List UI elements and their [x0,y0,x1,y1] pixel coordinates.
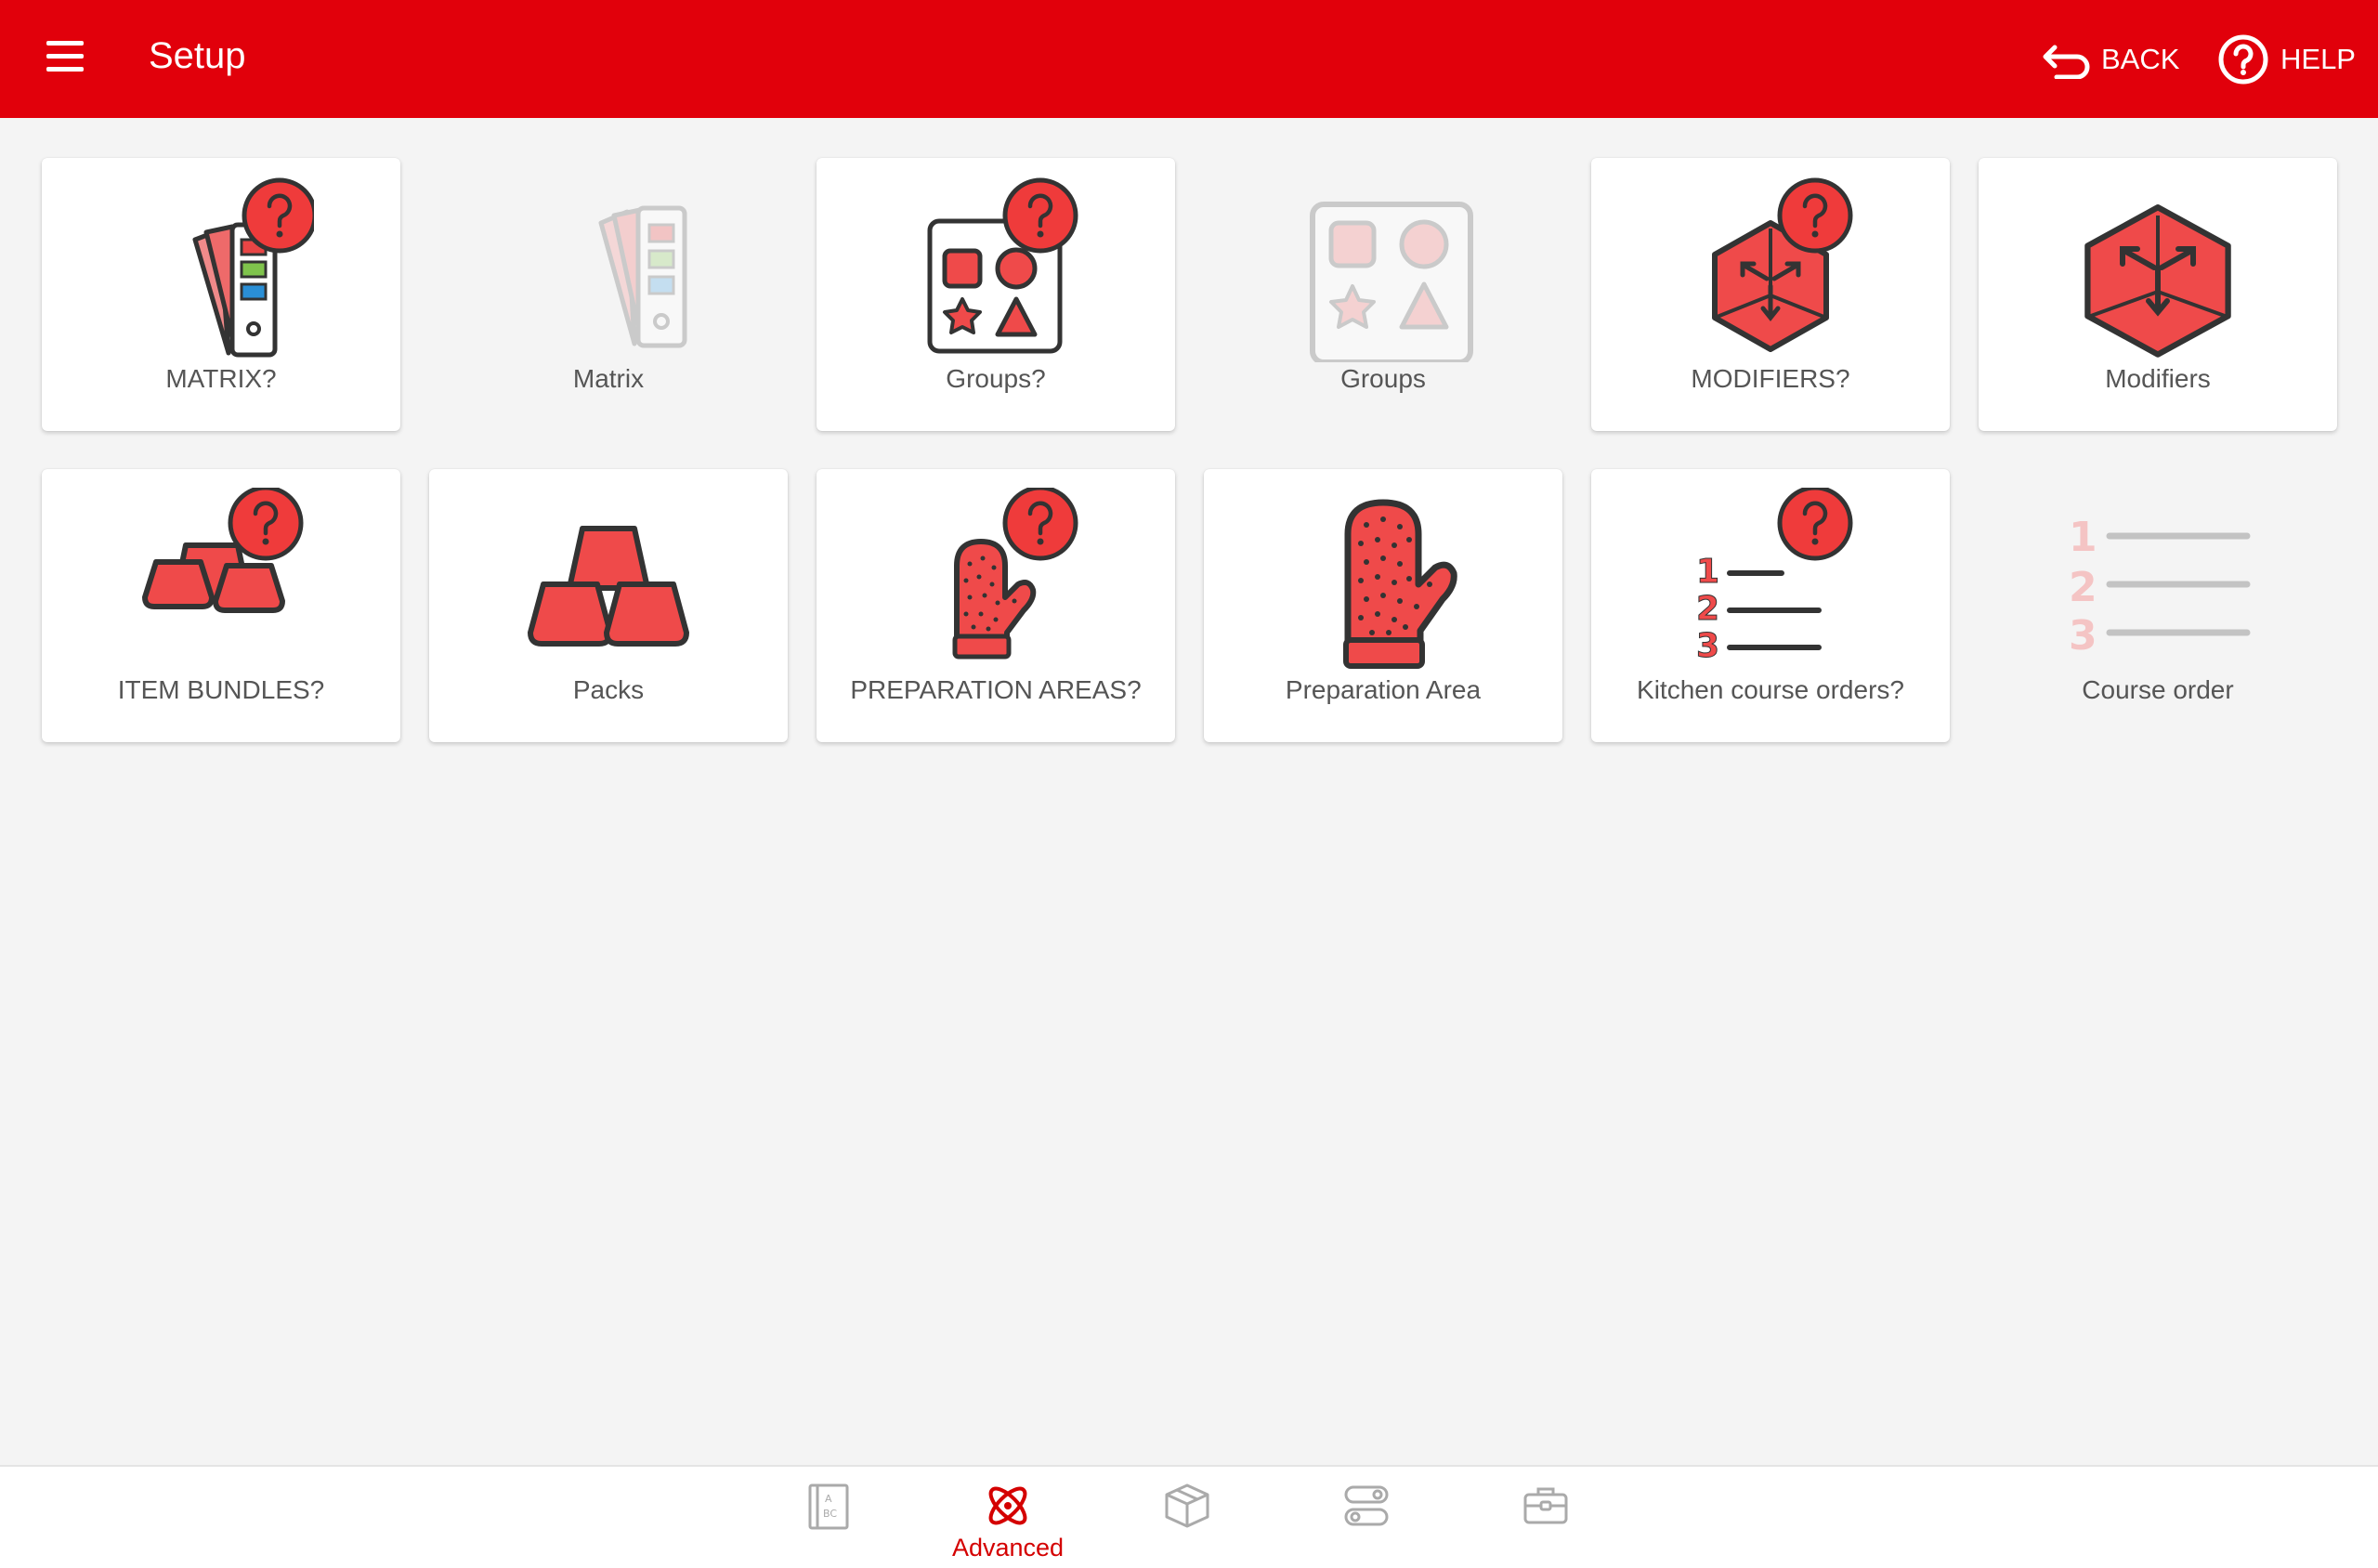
back-arrow-icon [2043,45,2090,79]
svg-text:3: 3 [1696,627,1719,665]
atom-icon [988,1486,1027,1525]
help-button[interactable]: HELP [2217,32,2356,87]
tile-kitchen-course-orders-question[interactable]: 1 2 3 Kitchen course orders? [1591,469,1950,742]
oven-mitt-icon [1343,499,1457,669]
nav-settings[interactable] [1297,1480,1436,1563]
groups-question-icon [927,176,1089,354]
tile-preparation-area[interactable]: Preparation Area [1204,469,1562,742]
help-circle-icon [2218,34,2268,85]
top-app-bar: Setup BACK HELP [0,0,2378,118]
tile-groups-question[interactable]: Groups? [817,158,1175,431]
tile-label: Groups [1340,364,1426,393]
bundles-question-icon [142,488,314,613]
nav-tools[interactable] [1476,1480,1615,1563]
nav-advanced-label: Advanced [951,1534,1065,1561]
catalog-abc-icon: A BC [808,1483,849,1530]
hamburger-menu-icon[interactable] [46,41,87,78]
svg-text:A: A [825,1493,832,1505]
tile-course-order: 1 2 3 Course order [1979,469,2337,742]
svg-text:1: 1 [2069,514,2097,561]
nav-products[interactable] [1117,1480,1257,1563]
tile-label: ITEM BUNDLES? [117,675,325,704]
tile-label: Preparation Area [1285,675,1482,704]
preparation-question-icon [952,488,1089,660]
tile-label: MATRIX? [165,364,277,393]
svg-text:BC: BC [823,1508,837,1520]
back-button[interactable]: BACK [2042,33,2179,85]
matrix-question-icon [192,176,314,358]
tile-groups: Groups [1204,158,1562,431]
nav-advanced[interactable]: Advanced [938,1480,1078,1563]
nav-catalog[interactable]: A BC [759,1480,898,1563]
tile-preparation-areas-question[interactable]: PREPARATION AREAS? [817,469,1175,742]
toolbox-icon [1523,1487,1568,1524]
box-icon [1165,1483,1209,1528]
svg-text:1: 1 [1696,553,1719,591]
back-label: BACK [2101,43,2180,75]
help-label: HELP [2280,43,2356,75]
tile-label: MODIFIERS? [1691,364,1850,393]
tile-modifiers-question[interactable]: MODIFIERS? [1591,158,1950,431]
bottom-navigation: A BC Advanced [0,1465,2378,1568]
modifiers-question-icon [1712,176,1863,352]
tile-label: Modifiers [2105,364,2211,393]
tile-matrix-question[interactable]: MATRIX? [42,158,400,431]
tile-label: Groups? [946,364,1046,393]
tile-label: Kitchen course orders? [1637,675,1904,704]
tile-item-bundles-question[interactable]: ITEM BUNDLES? [42,469,400,742]
svg-text:2: 2 [2069,564,2097,611]
tile-label: Matrix [572,364,645,393]
svg-text:2: 2 [1696,590,1719,628]
toggles-icon [1344,1485,1389,1526]
groups-icon [1310,202,1473,362]
svg-text:3: 3 [2069,612,2097,660]
tile-label: Packs [572,675,645,704]
page-title: Setup [149,35,246,76]
tile-label: PREPARATION AREAS? [850,675,1142,704]
tile-modifiers[interactable]: Modifiers [1979,158,2337,431]
tile-matrix: Matrix [429,158,788,431]
tile-label: Course order [2082,675,2234,704]
course-question-icon: 1 2 3 [1696,488,1863,666]
tile-packs[interactable]: Packs [429,469,788,742]
matrix-icon [598,205,687,348]
course-order-icon: 1 2 3 [2069,514,2251,660]
modifiers-icon [2084,204,2231,358]
packs-icon [528,526,689,647]
